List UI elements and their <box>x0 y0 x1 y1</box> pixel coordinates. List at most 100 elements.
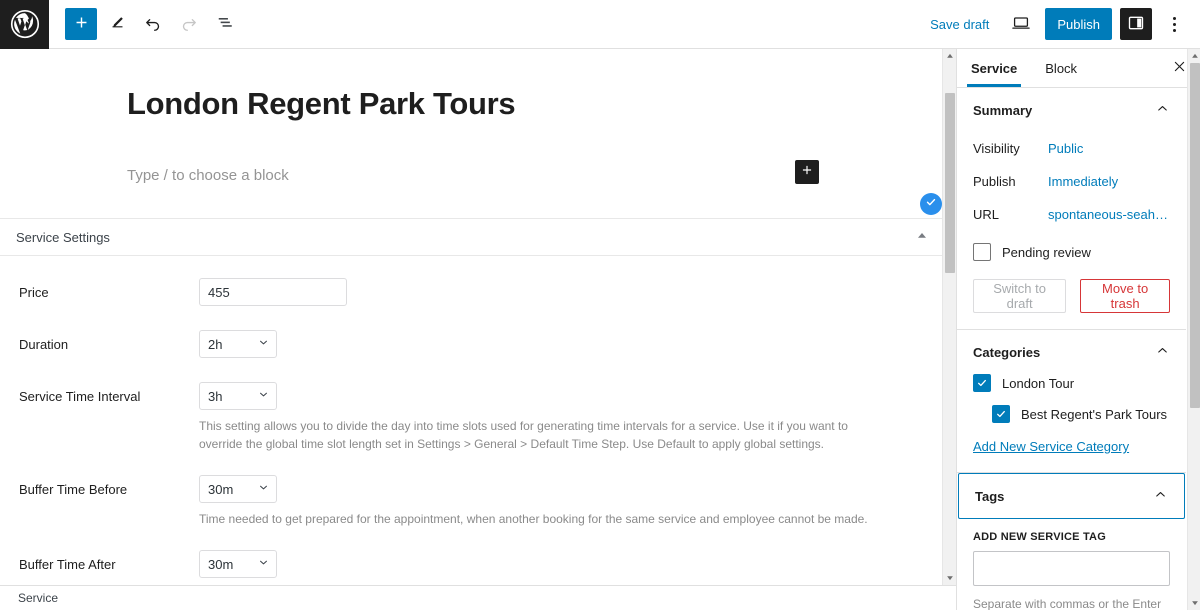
save-draft-button[interactable]: Save draft <box>922 11 997 38</box>
field-description: This setting allows you to divide the da… <box>199 419 848 451</box>
block-inserter-button[interactable] <box>795 160 819 184</box>
scroll-down-arrow-icon[interactable] <box>1188 596 1200 610</box>
field-row-duration: Duration 2h <box>0 308 944 360</box>
category-label: Best Regent's Park Tours <box>1021 406 1168 422</box>
vertical-ellipsis-icon <box>1172 22 1176 26</box>
categories-panel-header[interactable]: Categories <box>957 330 1186 374</box>
chevron-down-icon <box>257 336 270 352</box>
category-label: London Tour <box>1002 375 1075 391</box>
price-input[interactable] <box>199 278 347 306</box>
redo-arrow-icon <box>179 13 199 36</box>
buffer-time-before-select[interactable]: 30m <box>199 475 277 503</box>
pending-review-label: Pending review <box>1002 244 1091 260</box>
field-row-buffer-time-after: Buffer Time After 30m Time after the app… <box>0 528 944 585</box>
buffer-time-after-select[interactable]: 30m <box>199 550 277 578</box>
close-icon <box>1172 59 1187 77</box>
url-value-button[interactable]: spontaneous-seahorse... <box>1048 207 1170 222</box>
editor-scroll-area: London Regent Park Tours Type / to choos… <box>0 49 956 585</box>
chevron-down-icon <box>257 388 270 404</box>
field-label: Price <box>19 285 49 300</box>
scrollbar-track[interactable] <box>1188 63 1200 596</box>
sidebar-scrollbar[interactable] <box>1187 49 1200 610</box>
pending-review-checkbox[interactable] <box>973 243 991 261</box>
field-label: Buffer Time After <box>19 557 116 572</box>
service-time-interval-select[interactable]: 3h <box>199 382 277 410</box>
summary-row-publish: Publish Immediately <box>973 165 1170 198</box>
scroll-down-arrow-icon[interactable] <box>943 571 957 585</box>
select-value: 30m <box>208 556 234 572</box>
add-new-service-category-link[interactable]: Add New Service Category <box>973 439 1129 454</box>
metabox-header[interactable]: Service Settings <box>0 218 944 256</box>
scroll-up-arrow-icon[interactable] <box>1188 49 1200 63</box>
laptop-preview-icon <box>1010 12 1032 37</box>
add-new-service-tag-input[interactable] <box>973 551 1170 586</box>
summary-key: Visibility <box>973 141 1020 156</box>
chevron-down-icon <box>257 481 270 497</box>
add-block-button[interactable] <box>65 8 97 40</box>
switch-to-draft-button[interactable]: Switch to draft <box>973 279 1067 313</box>
summary-panel-title: Summary <box>973 102 1033 118</box>
plus-icon <box>800 163 814 182</box>
tags-help-text: Separate with commas or the Enter key. <box>973 597 1162 610</box>
more-options-button[interactable] <box>1160 8 1188 40</box>
field-label: Service Time Interval <box>19 389 141 404</box>
metabox-body: Price Duration 2h <box>0 256 944 585</box>
post-action-buttons: Switch to draft Move to trash <box>973 279 1170 313</box>
category-checkbox[interactable] <box>992 405 1010 423</box>
visibility-value-button[interactable]: Public <box>1048 141 1083 156</box>
tags-panel-body-wrap: ADD NEW SERVICE TAG Separate with commas… <box>957 519 1186 610</box>
document-outline-icon <box>215 13 235 36</box>
sidebar-tabs: Service Block <box>957 49 1200 88</box>
chevron-up-icon[interactable] <box>1155 101 1170 119</box>
metabox-title: Service Settings <box>16 229 110 245</box>
field-label: Buffer Time Before <box>19 482 128 497</box>
move-to-trash-button[interactable]: Move to trash <box>1080 279 1170 313</box>
check-circle-icon <box>924 195 938 214</box>
preview-button[interactable] <box>1005 8 1037 40</box>
breadcrumb: Service <box>0 585 956 610</box>
chevron-up-icon[interactable] <box>1153 487 1168 505</box>
settings-sidebar-toggle-button[interactable] <box>1120 8 1152 40</box>
breadcrumb-item-service[interactable]: Service <box>18 591 58 605</box>
pending-review-row: Pending review <box>973 243 1170 261</box>
wordpress-logo-icon[interactable] <box>0 0 49 49</box>
status-badge <box>920 193 942 215</box>
field-label: Duration <box>19 337 69 352</box>
edit-mode-button[interactable] <box>101 8 133 40</box>
document-outline-button[interactable] <box>209 8 241 40</box>
page-title[interactable]: London Regent Park Tours <box>0 70 956 124</box>
summary-panel-body: Visibility Public Publish Immediately UR… <box>957 132 1186 329</box>
field-control: 30m Time after the appointment (rest, cl… <box>199 550 944 585</box>
summary-row-url: URL spontaneous-seahorse... <box>973 198 1170 231</box>
tags-panel-title: Tags <box>975 488 1005 504</box>
categories-panel-body: London Tour Best Regent's Park Tours Add… <box>957 374 1186 472</box>
scrollbar-thumb[interactable] <box>1189 63 1200 408</box>
duration-select[interactable]: 2h <box>199 330 277 358</box>
wordpress-block-editor: Save draft Publish London Regent Park To… <box>0 0 1200 610</box>
caret-up-icon[interactable] <box>916 230 928 245</box>
category-item-best-regents-park-tours: Best Regent's Park Tours <box>973 405 1170 423</box>
pencil-icon <box>108 13 127 35</box>
category-checkbox[interactable] <box>973 374 991 392</box>
field-control: 3h This setting allows you to divide the… <box>199 382 944 453</box>
publish-button[interactable]: Publish <box>1045 8 1112 40</box>
redo-button[interactable] <box>173 8 205 40</box>
summary-key: URL <box>973 207 1000 222</box>
editor-scrollbar[interactable] <box>942 49 956 585</box>
scrollbar-track[interactable] <box>943 63 957 571</box>
field-row-price: Price <box>0 270 944 308</box>
summary-panel-header[interactable]: Summary <box>957 88 1186 132</box>
categories-panel: Categories London Tour Best Regent's Par… <box>957 330 1186 473</box>
categories-panel-title: Categories <box>973 344 1041 360</box>
tags-panel-header[interactable]: Tags <box>959 474 1184 518</box>
tab-service[interactable]: Service <box>957 49 1031 87</box>
tab-block[interactable]: Block <box>1031 49 1091 87</box>
scroll-up-arrow-icon[interactable] <box>943 49 957 63</box>
select-value: 2h <box>208 336 223 352</box>
editor-toolbar: Save draft Publish <box>0 0 1200 49</box>
editor-canvas-column: London Regent Park Tours Type / to choos… <box>0 49 956 610</box>
chevron-up-icon[interactable] <box>1155 343 1170 361</box>
scrollbar-thumb[interactable] <box>944 93 955 273</box>
publish-value-button[interactable]: Immediately <box>1048 174 1118 189</box>
undo-button[interactable] <box>137 8 169 40</box>
